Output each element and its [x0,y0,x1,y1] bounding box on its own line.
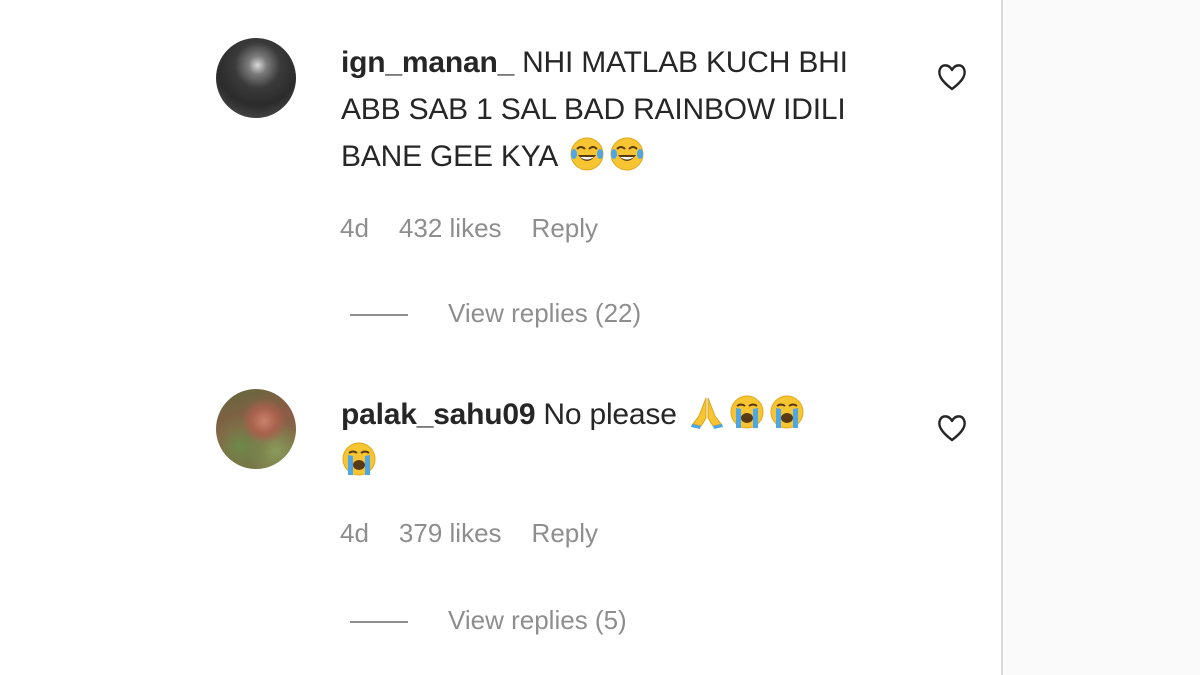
replies-divider-line [350,314,408,317]
view-replies-label: View replies (5) [448,605,627,635]
comment-body: ign_manan_ NHI MATLAB KUCH BHI ABB SAB 1 … [341,39,911,180]
comment-meta: 4d 432 likes Reply [340,213,628,244]
reply-button[interactable]: Reply [532,518,598,548]
comment-likes-count[interactable]: 432 likes [399,213,502,243]
comment-likes-count[interactable]: 379 likes [399,518,502,548]
comment-meta: 4d 379 likes Reply [340,518,628,549]
loudly-crying-emoji-icon [770,395,804,429]
comment-username[interactable]: ign_manan_ [341,46,514,79]
view-replies-label: View replies (22) [448,298,642,328]
loudly-crying-emoji-icon [342,442,376,476]
like-heart-icon[interactable] [936,413,968,443]
comments-panel: ign_manan_ NHI MATLAB KUCH BHI ABB SAB 1 … [0,0,1200,675]
folded-hands-emoji-icon [690,397,723,429]
replies-divider-line [350,621,408,624]
joy-emoji-icon [570,137,604,171]
joy-emoji-icon [610,137,644,171]
view-replies-button[interactable]: View replies (5) [350,605,627,636]
comment-age: 4d [340,518,369,548]
comment-username[interactable]: palak_sahu09 [341,398,536,431]
avatar[interactable] [216,38,296,118]
view-replies-button[interactable]: View replies (22) [350,298,641,329]
comment-age: 4d [340,213,369,243]
side-panel [1003,0,1200,675]
like-heart-icon[interactable] [936,62,968,92]
reply-button[interactable]: Reply [532,213,598,243]
avatar[interactable] [216,389,296,469]
comment-body: palak_sahu09 No please [341,391,871,485]
comment-text: No please [543,398,677,431]
loudly-crying-emoji-icon [730,395,764,429]
